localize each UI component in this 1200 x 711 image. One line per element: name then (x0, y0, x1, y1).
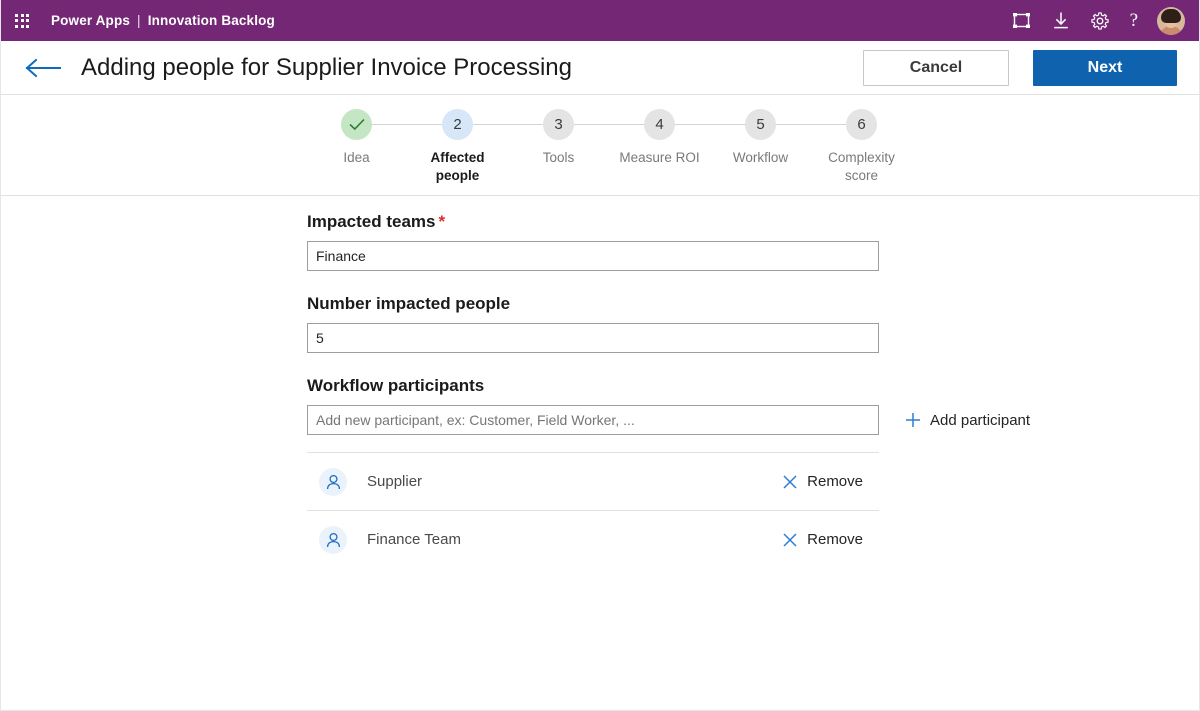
brand-area: Power Apps | Innovation Backlog (51, 13, 275, 28)
participant-name: Finance Team (367, 531, 461, 548)
close-icon (783, 532, 797, 547)
step-3-tools[interactable]: 3 Tools (508, 109, 660, 185)
waffle-grid (15, 13, 29, 28)
person-icon (319, 525, 347, 554)
step-5-workflow[interactable]: 5 Workflow (710, 109, 862, 185)
back-arrow-icon[interactable] (25, 53, 63, 83)
stepper: Idea 2 Affected people 3 Tools 4 Measure… (1, 95, 1199, 196)
number-impacted-people-label: Number impacted people (307, 294, 511, 313)
download-icon[interactable] (1050, 10, 1072, 32)
step-6-complexity-score[interactable]: 6 Complexity score (811, 109, 912, 185)
step-3-label: Tools (542, 150, 575, 165)
step-4-label: Measure ROI (619, 150, 700, 165)
step-6-circle: 6 (846, 109, 877, 140)
remove-label: Remove (807, 531, 863, 548)
close-icon (783, 474, 797, 489)
step-2-circle: 2 (442, 109, 473, 140)
page-header: Adding people for Supplier Invoice Proce… (1, 41, 1199, 95)
fit-screen-icon[interactable] (1011, 10, 1033, 32)
brand-product-name: Power Apps (51, 13, 131, 28)
step-5-circle: 5 (745, 109, 776, 140)
step-4-measure-roi[interactable]: 4 Measure ROI (609, 109, 761, 185)
form-body: Impacted teams* Number impacted people W… (1, 196, 1199, 568)
app-launcher-icon[interactable] (7, 6, 37, 36)
remove-participant-button[interactable]: Remove (783, 531, 875, 548)
participant-name: Supplier (367, 473, 423, 490)
add-participant-button[interactable]: Add participant (905, 412, 1030, 429)
workflow-participants-label: Workflow participants (307, 376, 485, 395)
step-1-idea[interactable]: Idea (306, 109, 458, 185)
app-window: Power Apps | Innovation Backlog ? Adding… (0, 0, 1200, 711)
step-4-circle: 4 (644, 109, 675, 140)
top-bar-actions: ? (1011, 6, 1189, 35)
help-icon[interactable]: ? (1128, 11, 1140, 30)
field-number-impacted-people: Number impacted people (307, 294, 1199, 353)
plus-icon (905, 412, 921, 428)
header-actions: Cancel Next (863, 49, 1177, 86)
step-1-circle (341, 109, 372, 140)
remove-label: Remove (807, 473, 863, 490)
new-participant-input[interactable] (307, 405, 879, 435)
field-workflow-participants: Workflow participants Add participant (307, 376, 1199, 568)
step-3-circle: 3 (543, 109, 574, 140)
impacted-teams-input[interactable] (307, 241, 879, 271)
step-1-label: Idea (343, 150, 370, 165)
person-icon (319, 467, 347, 496)
avatar-hair (1161, 8, 1181, 23)
list-item[interactable]: Finance Team Remove (307, 510, 879, 568)
add-participant-label: Add participant (930, 411, 1031, 429)
number-impacted-people-input[interactable] (307, 323, 879, 353)
avatar[interactable] (1157, 6, 1185, 35)
step-2-label: Affected people (430, 150, 485, 183)
required-asterisk: * (438, 212, 446, 231)
field-impacted-teams: Impacted teams * (307, 212, 1199, 271)
page-title: Adding people for Supplier Invoice Proce… (81, 53, 572, 81)
cancel-button[interactable]: Cancel (863, 49, 1009, 86)
impacted-teams-label-text: Impacted teams (307, 212, 436, 231)
next-button[interactable]: Next (1033, 49, 1177, 86)
remove-participant-button[interactable]: Remove (783, 473, 875, 490)
list-item[interactable]: Supplier Remove (307, 452, 879, 510)
step-6-label: Complexity score (828, 150, 895, 183)
app-name: Innovation Backlog (147, 13, 275, 28)
step-5-label: Workflow (732, 150, 789, 165)
step-2-affected-people[interactable]: 2 Affected people (407, 109, 559, 185)
top-app-bar: Power Apps | Innovation Backlog ? (1, 0, 1199, 41)
add-participant-row: Add participant (307, 405, 1199, 435)
impacted-teams-label: Impacted teams * (307, 212, 1199, 232)
participants-list: Supplier Remove Finance Team Remove (307, 452, 879, 568)
gear-icon[interactable] (1089, 10, 1111, 32)
brand-divider: | (137, 13, 141, 28)
